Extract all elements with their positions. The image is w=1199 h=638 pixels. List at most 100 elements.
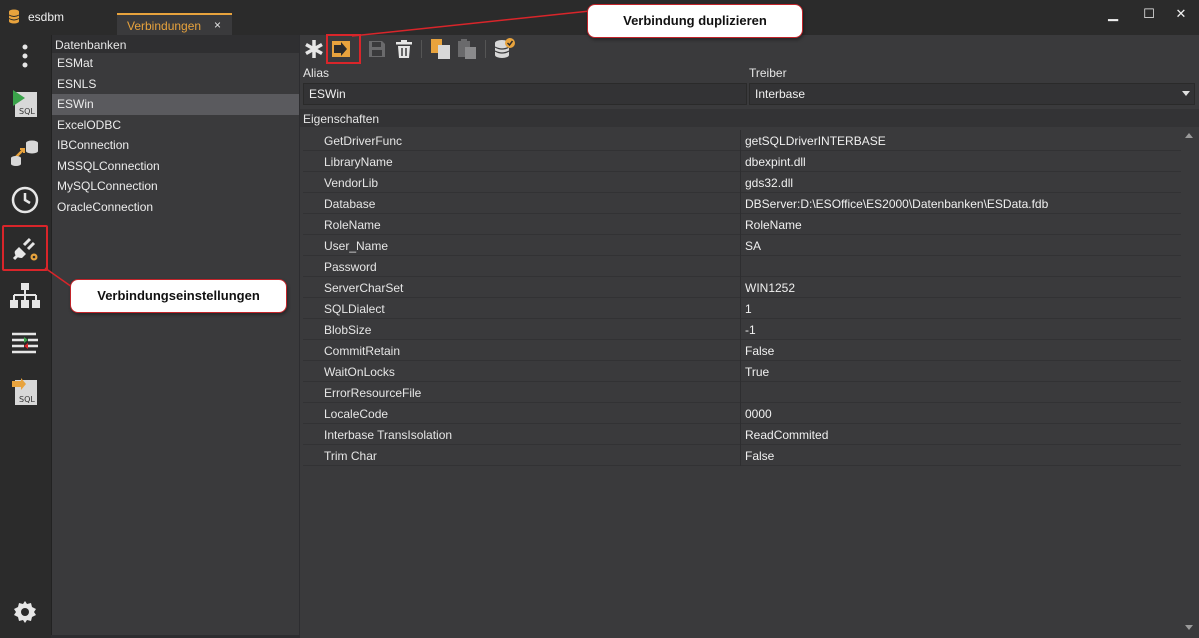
list-item-esnls[interactable]: ESNLS [52,74,299,95]
table-row[interactable]: ServerCharSet WIN1252 [303,277,1181,298]
table-row[interactable]: BlobSize -1 [303,319,1181,340]
column-divider [740,172,741,193]
scroll-down-icon[interactable] [1185,625,1193,630]
close-window-button[interactable]: ✕ [1171,4,1191,24]
property-name: VendorLib [324,176,379,190]
toolbar [300,35,1199,64]
minimize-button[interactable]: ▁ [1103,4,1123,24]
column-divider [740,235,741,256]
column-divider [740,298,741,319]
paste-icon[interactable] [456,38,478,60]
maximize-button[interactable]: ☐ [1139,4,1159,24]
save-icon[interactable] [366,38,388,60]
table-row[interactable]: LocaleCode 0000 [303,403,1181,424]
sidebar-iconbar: SQL SQL [0,35,51,638]
table-row[interactable]: Trim Char False [303,445,1181,466]
table-row[interactable]: CommitRetain False [303,340,1181,361]
app-name: esdbm [28,10,65,24]
property-name: User_Name [324,239,389,253]
property-value[interactable]: False [745,449,774,463]
database-list-header: Datenbanken [52,35,299,53]
property-value[interactable]: 1 [745,302,752,316]
property-name: LocaleCode [324,407,389,421]
toolbar-separator [485,40,486,58]
list-item-mssqlconnection[interactable]: MSSQLConnection [52,156,299,177]
test-db-icon[interactable] [494,38,516,60]
property-value[interactable]: False [745,344,774,358]
list-item-oracleconnection[interactable]: OracleConnection [52,197,299,218]
property-name: RoleName [324,218,381,232]
table-row[interactable]: RoleName RoleName [303,214,1181,235]
table-row[interactable]: WaitOnLocks True [303,361,1181,382]
property-name: LibraryName [324,155,393,169]
properties-scrollbar[interactable] [1183,130,1195,634]
connection-editor: Alias Treiber ESWin Interbase Eigenschaf… [300,35,1199,638]
property-name: Interbase TransIsolation [324,428,453,442]
history-icon[interactable] [8,183,42,217]
driver-select[interactable]: Interbase [749,83,1195,105]
plug-settings-icon[interactable] [2,225,48,271]
settings-gear-icon[interactable] [8,595,42,629]
column-divider [740,214,741,235]
property-value[interactable]: True [745,365,769,379]
new-asterisk-icon[interactable] [303,38,325,60]
property-name: Trim Char [324,449,377,463]
property-value[interactable]: SA [745,239,761,253]
list-item-esmat[interactable]: ESMat [52,53,299,74]
property-value[interactable]: RoleName [745,218,802,232]
scroll-up-icon[interactable] [1185,133,1193,138]
table-row[interactable]: Database DBServer:D:\ESOffice\ES2000\Date… [303,193,1181,214]
property-value[interactable]: 0000 [745,407,772,421]
alias-input[interactable]: ESWin [303,83,747,105]
sql-export-icon[interactable]: SQL [8,375,42,409]
property-value[interactable]: -1 [745,323,756,337]
list-item-mysqlconnection[interactable]: MySQLConnection [52,176,299,197]
alias-label: Alias [303,66,330,80]
column-divider [740,277,741,298]
chevron-down-icon [1182,91,1190,96]
list-item-ibconnection[interactable]: IBConnection [52,135,299,156]
list-item-eswin[interactable]: ESWin [52,94,299,115]
table-row[interactable]: Password [303,256,1181,277]
transfer-db-icon[interactable] [8,135,42,169]
table-row[interactable]: ErrorResourceFile [303,382,1181,403]
table-row[interactable]: Interbase TransIsolation ReadCommited [303,424,1181,445]
copy-icon[interactable] [430,38,452,60]
database-list-panel: Datenbanken ESMat ESNLS ESWin ExcelODBC … [51,35,299,635]
property-value[interactable]: WIN1252 [745,281,795,295]
driver-label: Treiber [749,66,787,80]
property-name: CommitRetain [324,344,401,358]
database-app-icon [8,9,20,24]
table-row[interactable]: LibraryName dbexpint.dll [303,151,1181,172]
property-value[interactable]: DBServer:D:\ESOffice\ES2000\Datenbanken\… [745,197,1048,211]
property-value[interactable]: gds32.dll [745,176,793,190]
tab-close-icon[interactable]: × [214,18,221,32]
duplicate-highlight-box [326,34,361,64]
column-divider [740,424,741,445]
column-divider [740,256,741,277]
table-row[interactable]: SQLDialect 1 [303,298,1181,319]
hierarchy-icon[interactable] [8,279,42,313]
callout-settings: Verbindungseinstellungen [70,279,287,313]
column-divider [740,340,741,361]
property-value[interactable]: dbexpint.dll [745,155,806,169]
tab-verbindungen[interactable]: Verbindungen × [117,13,232,35]
column-divider [740,193,741,214]
property-value[interactable]: getSQLDriverINTERBASE [745,134,886,148]
list-compare-icon[interactable] [8,327,42,361]
sql-run-icon[interactable]: SQL [8,87,42,121]
delete-trash-icon[interactable] [393,38,415,60]
table-row[interactable]: VendorLib gds32.dll [303,172,1181,193]
property-name: ErrorResourceFile [324,386,422,400]
column-divider [740,319,741,340]
list-item-excelodbc[interactable]: ExcelODBC [52,115,299,136]
column-divider [740,130,741,151]
column-divider [740,382,741,403]
more-vert-icon[interactable] [8,39,42,73]
column-divider [740,361,741,382]
property-name: SQLDialect [324,302,385,316]
table-row[interactable]: User_Name SA [303,235,1181,256]
property-name: GetDriverFunc [324,134,403,148]
table-row[interactable]: GetDriverFunc getSQLDriverINTERBASE [303,130,1181,151]
property-value[interactable]: ReadCommited [745,428,828,442]
